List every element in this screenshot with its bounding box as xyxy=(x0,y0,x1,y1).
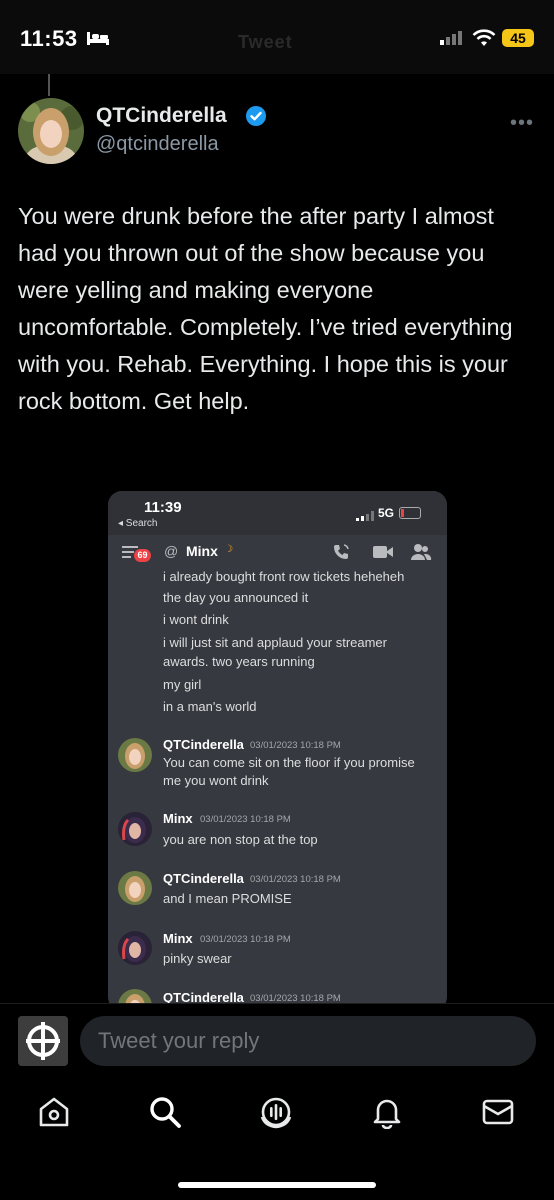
message-line: my girl xyxy=(163,677,202,692)
thread-connector-line xyxy=(48,74,50,96)
message-timestamp: 03/01/2023 10:18 PM xyxy=(200,934,291,945)
idle-status-icon: ☽ xyxy=(224,544,233,555)
message-line: awards. two years running xyxy=(163,654,315,669)
message-line: i wont drink xyxy=(163,612,229,627)
message-author: QTCinderella xyxy=(163,871,244,886)
message-line: you are non stop at the top xyxy=(163,832,318,847)
reply-bar xyxy=(0,1003,554,1080)
message-timestamp: 03/01/2023 10:18 PM xyxy=(250,874,341,885)
bell-icon xyxy=(370,1095,404,1134)
mail-icon xyxy=(481,1095,515,1134)
more-options-icon[interactable]: ••• xyxy=(510,112,534,135)
status-time: 11:53 xyxy=(20,26,78,51)
home-indicator[interactable] xyxy=(178,1182,376,1188)
message-line: me you wont drink xyxy=(163,773,269,788)
spaces-icon xyxy=(259,1095,293,1134)
message-line: in a man's world xyxy=(163,699,257,714)
cell-signal-icon xyxy=(440,31,464,50)
screenshot-status-bar: 11:39 ◂ Search 5G xyxy=(108,491,447,535)
tab-messages[interactable] xyxy=(478,1094,518,1134)
reply-input[interactable] xyxy=(80,1016,536,1066)
author-avatar[interactable] xyxy=(18,98,84,164)
message-line: the day you announced it xyxy=(163,590,309,605)
message-avatar xyxy=(118,871,152,905)
message-line: i already bought front row tickets heheh… xyxy=(163,569,405,584)
home-icon xyxy=(37,1095,71,1134)
status-bar: 11:53 Tweet 45 xyxy=(0,0,554,74)
video-call-icon xyxy=(372,543,394,566)
verified-badge-icon xyxy=(246,106,266,131)
tab-home[interactable] xyxy=(34,1094,74,1134)
wifi-icon xyxy=(472,29,496,52)
screenshot-battery-icon xyxy=(399,507,421,519)
screenshot-time: 11:39 xyxy=(144,499,182,516)
dm-channel-name: Minx xyxy=(186,543,218,559)
message-author: Minx xyxy=(163,931,193,946)
sleep-mode-icon xyxy=(86,30,110,51)
screenshot-back-label: ◂ Search xyxy=(118,518,158,529)
message-avatar xyxy=(118,812,152,846)
tab-spaces[interactable] xyxy=(256,1094,296,1134)
dm-at-icon: @ xyxy=(164,543,179,559)
message-timestamp: 03/01/2023 10:18 PM xyxy=(200,814,291,825)
tab-notifications[interactable] xyxy=(367,1094,407,1134)
message-line: pinky swear xyxy=(163,951,232,966)
message-line: and I mean PROMISE xyxy=(163,891,292,906)
members-icon xyxy=(410,543,432,566)
screenshot-network-label: 5G xyxy=(378,506,395,520)
search-icon xyxy=(148,1095,182,1134)
message-line: i will just sit and applaud your streame… xyxy=(163,635,387,650)
author-handle[interactable]: @qtcinderella xyxy=(96,133,219,156)
faded-page-title: Tweet xyxy=(238,32,293,52)
battery-indicator: 45 xyxy=(502,29,534,47)
tab-search[interactable] xyxy=(145,1094,185,1134)
voice-call-icon xyxy=(332,543,352,566)
message-author: Minx xyxy=(163,811,193,826)
unread-count-badge: 69 xyxy=(134,549,151,562)
screenshot-signal-icon xyxy=(356,508,374,526)
message-author: QTCinderella xyxy=(163,737,244,752)
tweet-body-text: You were drunk before the after party I … xyxy=(18,203,513,414)
message-avatar xyxy=(118,931,152,965)
attached-screenshot-image[interactable]: 11:39 ◂ Search 5G 69 @ Minx ☽ i already … xyxy=(108,491,447,1011)
current-user-avatar[interactable] xyxy=(18,1016,68,1066)
message-timestamp: 03/01/2023 10:18 PM xyxy=(250,740,341,751)
message-avatar xyxy=(118,738,152,772)
author-display-name[interactable]: QTCinderella xyxy=(96,104,227,128)
message-line: You can come sit on the floor if you pro… xyxy=(163,755,415,770)
